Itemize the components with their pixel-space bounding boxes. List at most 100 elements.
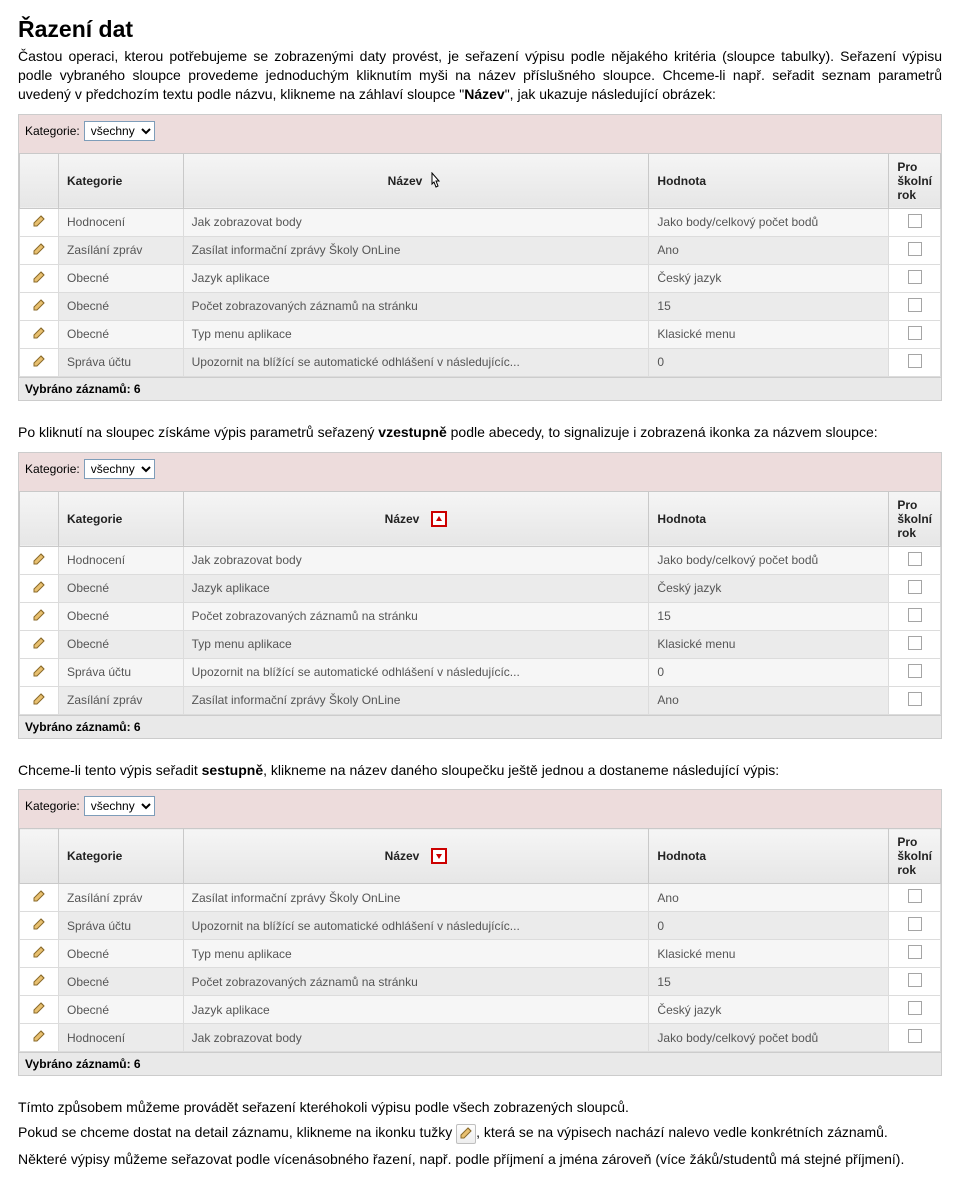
edit-pencil-button[interactable] bbox=[20, 348, 59, 376]
grid-footer: Vybráno záznamů: 6 bbox=[19, 715, 941, 738]
cell-hodnota: Klasické menu bbox=[649, 320, 889, 348]
grid-table: Kategorie Název Hodnota Pro školní rok H… bbox=[19, 491, 941, 715]
edit-pencil-button[interactable] bbox=[20, 236, 59, 264]
col-proskolnirok[interactable]: Pro školní rok bbox=[889, 829, 941, 884]
paragraph-6: Některé výpisy můžeme seřazovat podle ví… bbox=[18, 1150, 942, 1169]
cell-nazev: Zasílat informační zprávy Školy OnLine bbox=[183, 884, 649, 912]
col-kategorie[interactable]: Kategorie bbox=[59, 491, 184, 546]
cell-proskolnirok bbox=[889, 658, 941, 686]
pencil-icon bbox=[31, 945, 47, 961]
filter-label: Kategorie: bbox=[25, 462, 80, 476]
table-row: HodnoceníJak zobrazovat bodyJako body/ce… bbox=[20, 546, 941, 574]
edit-pencil-button[interactable] bbox=[20, 996, 59, 1024]
cell-kategorie: Obecné bbox=[59, 320, 184, 348]
cell-hodnota: Ano bbox=[649, 686, 889, 714]
filter-select[interactable]: všechny bbox=[84, 459, 155, 479]
text-bold: sestupně bbox=[202, 762, 263, 778]
pencil-icon bbox=[31, 917, 47, 933]
col-hodnota[interactable]: Hodnota bbox=[649, 491, 889, 546]
cell-nazev: Počet zobrazovaných záznamů na stránku bbox=[183, 602, 649, 630]
cell-nazev: Jak zobrazovat body bbox=[183, 546, 649, 574]
cell-kategorie: Obecné bbox=[59, 630, 184, 658]
col-nazev[interactable]: Název bbox=[183, 153, 649, 208]
cell-hodnota: 0 bbox=[649, 658, 889, 686]
pencil-icon bbox=[31, 1001, 47, 1017]
cell-hodnota: 0 bbox=[649, 348, 889, 376]
cell-nazev: Jazyk aplikace bbox=[183, 996, 649, 1024]
edit-pencil-button[interactable] bbox=[20, 968, 59, 996]
edit-pencil-button[interactable] bbox=[20, 292, 59, 320]
sort-desc-icon bbox=[431, 848, 447, 864]
cell-kategorie: Hodnocení bbox=[59, 546, 184, 574]
edit-pencil-button[interactable] bbox=[20, 686, 59, 714]
cell-hodnota: Klasické menu bbox=[649, 940, 889, 968]
pencil-icon bbox=[31, 242, 47, 258]
cell-hodnota: 0 bbox=[649, 912, 889, 940]
table-row: ObecnéTyp menu aplikaceKlasické menu bbox=[20, 630, 941, 658]
col-hodnota[interactable]: Hodnota bbox=[649, 829, 889, 884]
grid-body: HodnoceníJak zobrazovat bodyJako body/ce… bbox=[20, 546, 941, 714]
cell-nazev: Jak zobrazovat body bbox=[183, 208, 649, 236]
grid-table: Kategorie Název Hodnota Pro školní rok H… bbox=[19, 153, 941, 377]
grid-table: Kategorie Název Hodnota Pro školní rok Z… bbox=[19, 828, 941, 1052]
cell-nazev: Jazyk aplikace bbox=[183, 574, 649, 602]
screenshot-1: Kategorie: všechny Kategorie Název Hodno… bbox=[18, 114, 942, 401]
cell-nazev: Upozornit na blížící se automatické odhl… bbox=[183, 658, 649, 686]
cell-hodnota: Jako body/celkový počet bodů bbox=[649, 208, 889, 236]
col-label: Název bbox=[385, 849, 420, 863]
checkbox-empty-icon bbox=[908, 1029, 922, 1043]
edit-pencil-button[interactable] bbox=[20, 574, 59, 602]
checkbox-empty-icon bbox=[908, 580, 922, 594]
edit-pencil-button[interactable] bbox=[20, 884, 59, 912]
cell-proskolnirok bbox=[889, 1024, 941, 1052]
cell-hodnota: Ano bbox=[649, 236, 889, 264]
edit-pencil-button[interactable] bbox=[20, 912, 59, 940]
col-label: Název bbox=[385, 512, 420, 526]
col-kategorie[interactable]: Kategorie bbox=[59, 153, 184, 208]
pencil-icon bbox=[31, 298, 47, 314]
pencil-icon bbox=[31, 270, 47, 286]
cell-kategorie: Obecné bbox=[59, 292, 184, 320]
paragraph-4: Tímto způsobem můžeme provádět seřazení … bbox=[18, 1098, 942, 1117]
cell-nazev: Typ menu aplikace bbox=[183, 320, 649, 348]
col-label: Kategorie bbox=[67, 849, 122, 863]
edit-pencil-button[interactable] bbox=[20, 658, 59, 686]
sort-asc-icon bbox=[431, 511, 447, 527]
cell-nazev: Jazyk aplikace bbox=[183, 264, 649, 292]
col-kategorie[interactable]: Kategorie bbox=[59, 829, 184, 884]
cell-proskolnirok bbox=[889, 630, 941, 658]
cell-proskolnirok bbox=[889, 940, 941, 968]
text: , která se na výpisech nachází nalevo ve… bbox=[476, 1124, 888, 1140]
col-hodnota[interactable]: Hodnota bbox=[649, 153, 889, 208]
col-proskolnirok[interactable]: Pro školní rok bbox=[889, 491, 941, 546]
cell-proskolnirok bbox=[889, 208, 941, 236]
grid-body: Zasílání zprávZasílat informační zprávy … bbox=[20, 884, 941, 1052]
cell-kategorie: Obecné bbox=[59, 968, 184, 996]
col-label: Hodnota bbox=[657, 849, 706, 863]
edit-pencil-button[interactable] bbox=[20, 602, 59, 630]
checkbox-empty-icon bbox=[908, 973, 922, 987]
checkbox-empty-icon bbox=[908, 1001, 922, 1015]
text: Chceme-li tento výpis seřadit bbox=[18, 762, 202, 778]
edit-pencil-button[interactable] bbox=[20, 208, 59, 236]
grid-footer: Vybráno záznamů: 6 bbox=[19, 1052, 941, 1075]
edit-pencil-button[interactable] bbox=[20, 630, 59, 658]
col-nazev[interactable]: Název bbox=[183, 829, 649, 884]
grid-body: HodnoceníJak zobrazovat bodyJako body/ce… bbox=[20, 208, 941, 376]
pencil-icon bbox=[456, 1124, 476, 1144]
edit-pencil-button[interactable] bbox=[20, 1024, 59, 1052]
col-nazev[interactable]: Název bbox=[183, 491, 649, 546]
edit-pencil-button[interactable] bbox=[20, 264, 59, 292]
table-row: ObecnéPočet zobrazovaných záznamů na str… bbox=[20, 968, 941, 996]
pencil-icon bbox=[31, 889, 47, 905]
filter-select[interactable]: všechny bbox=[84, 796, 155, 816]
text: Pokud se chceme dostat na detail záznamu… bbox=[18, 1124, 456, 1140]
col-proskolnirok[interactable]: Pro školní rok bbox=[889, 153, 941, 208]
edit-pencil-button[interactable] bbox=[20, 940, 59, 968]
edit-pencil-button[interactable] bbox=[20, 320, 59, 348]
cell-proskolnirok bbox=[889, 320, 941, 348]
intro-after: ", jak ukazuje následující obrázek: bbox=[505, 86, 716, 102]
filter-select[interactable]: všechny bbox=[84, 121, 155, 141]
cell-hodnota: Jako body/celkový počet bodů bbox=[649, 1024, 889, 1052]
edit-pencil-button[interactable] bbox=[20, 546, 59, 574]
